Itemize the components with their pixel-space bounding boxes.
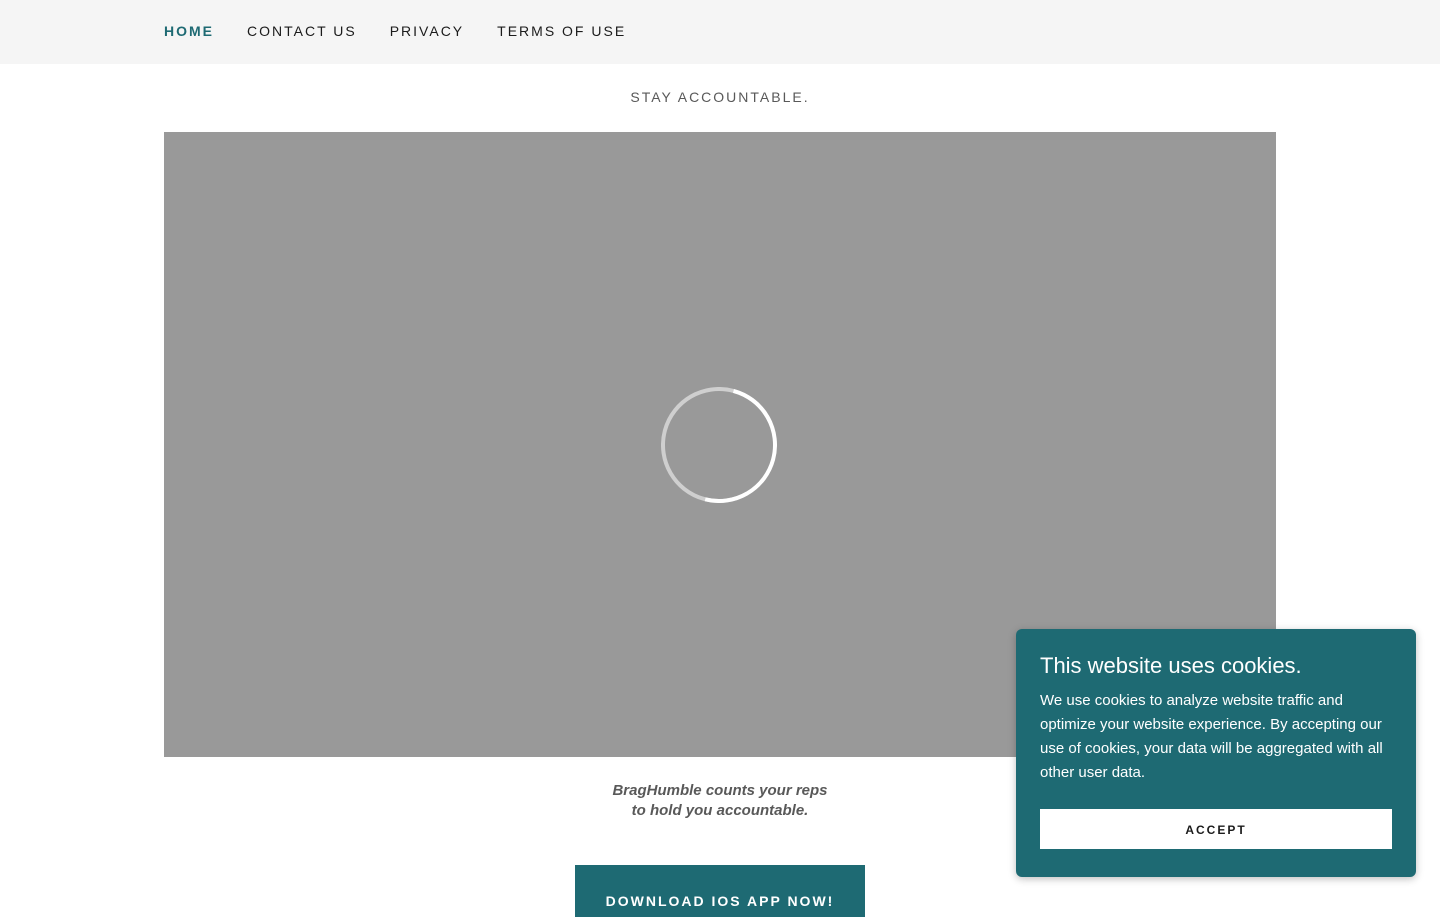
nav-item-contact-us: CONTACT US bbox=[247, 23, 390, 41]
top-navbar: HOME CONTACT US PRIVACY TERMS OF USE bbox=[0, 0, 1440, 64]
cookie-consent-banner: This website uses cookies. We use cookie… bbox=[1016, 629, 1416, 877]
nav-item-privacy: PRIVACY bbox=[390, 23, 497, 41]
hero-tagline: STAY ACCOUNTABLE. bbox=[630, 89, 810, 105]
nav-list: HOME CONTACT US PRIVACY TERMS OF USE bbox=[164, 0, 659, 64]
cookie-banner-title: This website uses cookies. bbox=[1040, 653, 1302, 678]
nav-link-terms-of-use[interactable]: TERMS OF USE bbox=[497, 23, 626, 39]
accept-cookies-button[interactable]: ACCEPT bbox=[1040, 809, 1392, 849]
nav-item-home: HOME bbox=[164, 23, 247, 41]
download-ios-app-button[interactable]: DOWNLOAD IOS APP NOW! bbox=[575, 865, 865, 917]
cookie-banner-text: We use cookies to analyze website traffi… bbox=[1040, 692, 1383, 781]
nav-link-contact-us[interactable]: CONTACT US bbox=[247, 23, 357, 39]
nav-link-home[interactable]: HOME bbox=[164, 23, 214, 39]
nav-link-privacy[interactable]: PRIVACY bbox=[390, 23, 464, 39]
loading-spinner-icon bbox=[661, 387, 777, 503]
nav-item-terms-of-use: TERMS OF USE bbox=[497, 23, 659, 41]
